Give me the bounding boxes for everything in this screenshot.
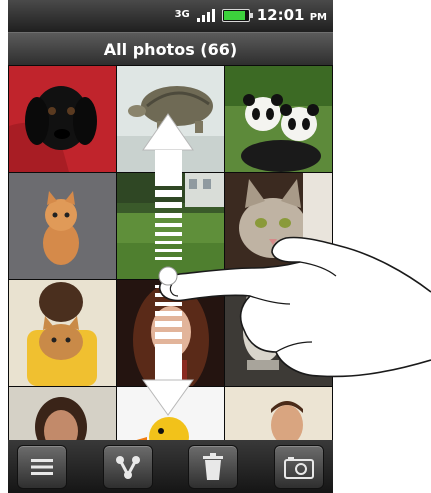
puppy-image — [9, 66, 116, 172]
network-type-label: 3G — [174, 9, 190, 20]
tabby-cat-image — [225, 173, 332, 279]
bottom-toolbar — [8, 440, 333, 493]
cat-statue-image — [225, 280, 332, 386]
delete-button[interactable] — [188, 444, 239, 489]
tortoise-image — [117, 66, 224, 172]
clock: 12:01 PM — [256, 6, 327, 24]
photo-thumbnail-woman-portrait[interactable] — [116, 279, 225, 387]
share-icon — [115, 455, 140, 479]
page-title: All photos (66) — [8, 32, 333, 67]
battery-icon — [221, 8, 253, 22]
pandas-image — [225, 66, 332, 172]
photo-thumbnail-tabby-cat[interactable] — [224, 172, 333, 280]
phone-screen: 3G 12:01 PM All photos (66) — [8, 0, 333, 493]
menu-button[interactable] — [17, 444, 67, 489]
signal-icon — [196, 8, 215, 22]
status-bar: 3G 12:01 PM — [8, 0, 333, 32]
camera-icon — [283, 456, 314, 479]
photo-thumbnail-cat-statue[interactable] — [224, 279, 333, 387]
garden-image — [117, 173, 224, 279]
menu-icon — [31, 458, 53, 475]
camera-button[interactable] — [273, 444, 324, 489]
photo-thumbnail-pandas[interactable] — [224, 65, 333, 173]
photo-thumbnail-garden[interactable] — [116, 172, 225, 280]
kitten-image — [9, 173, 116, 279]
share-button[interactable] — [102, 444, 153, 489]
woman-portrait-image — [117, 280, 224, 386]
photo-thumbnail-girl-with-cat[interactable] — [8, 279, 117, 387]
photo-thumbnail-tortoise[interactable] — [116, 65, 225, 173]
trash-icon — [203, 452, 224, 480]
photo-grid[interactable] — [8, 65, 333, 493]
photo-thumbnail-kitten[interactable] — [8, 172, 117, 280]
girl-with-cat-image — [9, 280, 116, 386]
photo-thumbnail-puppy[interactable] — [8, 65, 117, 173]
